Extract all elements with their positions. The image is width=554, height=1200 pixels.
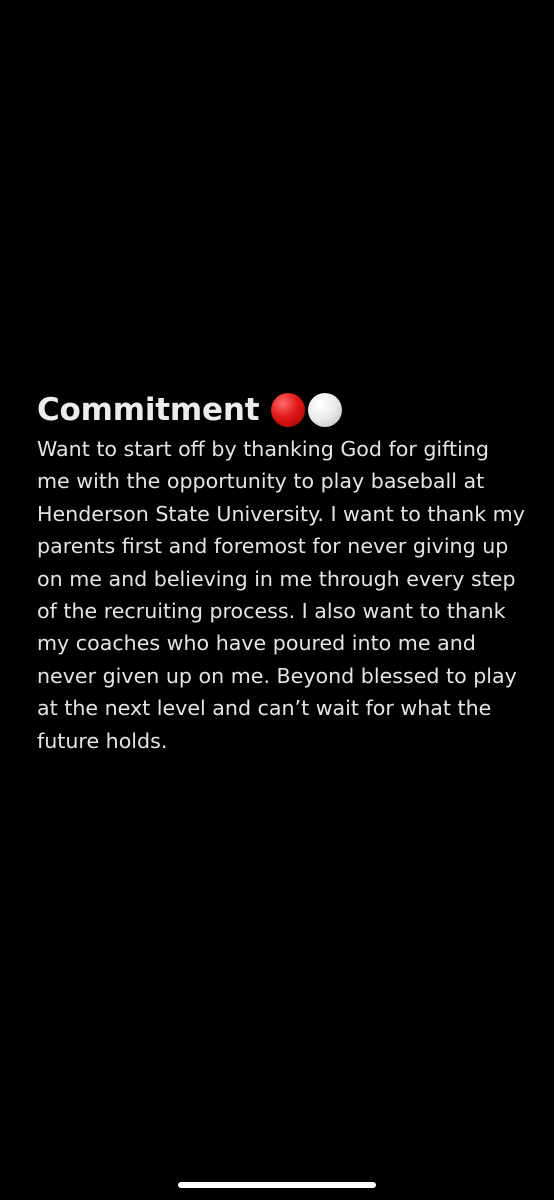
home-indicator[interactable]: [178, 1182, 376, 1188]
note-body-line: Henderson State University. I want to th…: [37, 501, 525, 526]
note-body[interactable]: Want to start off by thanking God for gi…: [37, 433, 527, 757]
note-body-line: my coaches who have poured into me and: [37, 631, 476, 656]
white-circle-icon: [308, 393, 343, 427]
note-body-line: parents first and foremost for never giv…: [37, 534, 509, 559]
note-body-line: Want to start off by thanking God for gi…: [37, 437, 489, 461]
note-title-row: Commitment: [37, 388, 527, 432]
note-body-line: me with the opportunity to play baseball…: [37, 469, 485, 494]
note-body-line: future holds.: [37, 728, 168, 753]
note-body-line: on me and believing in me through every …: [37, 566, 516, 591]
red-circle-icon: [271, 393, 306, 427]
note-body-line: of the recruiting process. I also want t…: [37, 599, 506, 624]
note-title: Commitment: [37, 392, 260, 428]
note-content: Commitment Want to start off by thanking…: [37, 388, 527, 757]
note-body-line: at the next level and can’t wait for wha…: [37, 696, 492, 721]
note-body-line: never given up on me. Beyond blessed to …: [37, 663, 517, 688]
